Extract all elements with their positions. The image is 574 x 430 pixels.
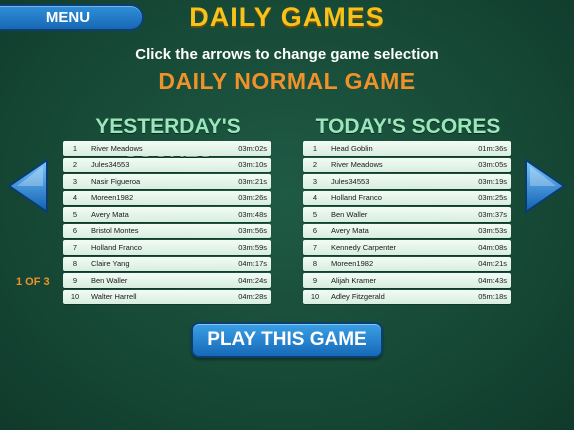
score-time: 04m:08s [478, 242, 507, 252]
score-time: 03m:21s [238, 176, 267, 186]
score-row: 4 Moreen1982 03m:26s [63, 190, 271, 205]
score-rank: 6 [312, 226, 318, 236]
score-time: 03m:25s [478, 193, 507, 203]
play-this-game-button[interactable]: PLAY THIS GAME [191, 322, 383, 358]
page-indicator: 1 OF 3 [16, 276, 50, 288]
player-name: Ben Waller [331, 209, 368, 219]
player-name: Moreen1982 [91, 193, 134, 203]
score-rank: 10 [310, 292, 320, 302]
score-time: 03m:26s [238, 193, 267, 203]
score-row: 2 River Meadows 03m:05s [303, 157, 511, 172]
score-time: 03m:05s [478, 160, 507, 170]
score-time: 04m:17s [238, 259, 267, 269]
score-row: 8 Claire Yang 04m:17s [63, 256, 271, 271]
score-rank: 5 [312, 209, 318, 219]
score-row: 6 Bristol Montes 03m:56s [63, 223, 271, 238]
score-row: 3 Jules34553 03m:19s [303, 174, 511, 189]
score-time: 03m:48s [238, 209, 267, 219]
score-rank: 8 [312, 259, 318, 269]
score-rank: 6 [72, 226, 78, 236]
player-name: Alijah Kramer [331, 275, 377, 285]
score-row: 9 Ben Waller 04m:24s [63, 273, 271, 288]
score-time: 04m:43s [478, 275, 507, 285]
player-name: Ben Waller [91, 275, 128, 285]
player-name: Holland Franco [91, 242, 142, 252]
score-rank: 4 [72, 193, 78, 203]
player-name: Moreen1982 [331, 259, 374, 269]
today-scores-title: TODAY'S SCORES [315, 115, 501, 138]
game-name: DAILY NORMAL GAME [158, 68, 416, 94]
score-rank: 2 [72, 160, 78, 170]
score-time: 04m:21s [478, 259, 507, 269]
player-name: Adley Fitzgerald [331, 292, 385, 302]
player-name: Claire Yang [91, 259, 130, 269]
score-row: 8 Moreen1982 04m:21s [303, 256, 511, 271]
score-row: 10 Adley Fitzgerald 05m:18s [303, 289, 511, 304]
score-row: 7 Holland Franco 03m:59s [63, 240, 271, 255]
page-title: DAILY GAMES [189, 2, 385, 32]
score-time: 03m:56s [238, 226, 267, 236]
score-rank: 3 [72, 176, 78, 186]
player-name: Avery Mata [331, 226, 369, 236]
score-time: 03m:19s [478, 176, 507, 186]
score-rank: 2 [312, 160, 318, 170]
score-rank: 8 [72, 259, 78, 269]
score-rank: 10 [70, 292, 80, 302]
score-rank: 3 [312, 176, 318, 186]
score-row: 2 Jules34553 03m:10s [63, 157, 271, 172]
instruction-text: Click the arrows to change game selectio… [135, 46, 439, 63]
score-time: 05m:18s [478, 292, 507, 302]
player-name: Avery Mata [91, 209, 129, 219]
score-row: 1 Head Goblin 01m:36s [303, 141, 511, 156]
player-name: River Meadows [331, 160, 383, 170]
player-name: Jules34553 [91, 160, 130, 170]
score-row: 3 Nasir Figueroa 03m:21s [63, 174, 271, 189]
yesterday-scores-board: 1 River Meadows 03m:02s 2 Jules34553 03m:10s 3… [63, 141, 271, 304]
player-name: Holland Franco [331, 193, 382, 203]
score-row: 9 Alijah Kramer 04m:43s [303, 273, 511, 288]
score-rank: 9 [312, 275, 318, 285]
today-scores-board: 1 Head Goblin 01m:36s 2 River Meadows 03m:05s… [303, 141, 511, 304]
score-time: 03m:53s [478, 226, 507, 236]
score-rank: 1 [312, 143, 318, 153]
score-rank: 1 [72, 143, 78, 153]
score-rank: 9 [72, 275, 78, 285]
score-row: 4 Holland Franco 03m:25s [303, 190, 511, 205]
right-arrow-icon[interactable] [524, 158, 566, 214]
player-name: Walter Harrell [91, 292, 137, 302]
score-time: 03m:10s [238, 160, 267, 170]
score-row: 10 Walter Harrell 04m:28s [63, 289, 271, 304]
score-rank: 5 [72, 209, 78, 219]
score-row: 6 Avery Mata 03m:53s [303, 223, 511, 238]
score-time: 03m:59s [238, 242, 267, 252]
score-rank: 4 [312, 193, 318, 203]
player-name: Head Goblin [331, 143, 373, 153]
score-time: 01m:36s [478, 143, 507, 153]
score-row: 7 Kennedy Carpenter 04m:08s [303, 240, 511, 255]
score-time: 04m:28s [238, 292, 267, 302]
score-row: 1 River Meadows 03m:02s [63, 141, 271, 156]
player-name: Kennedy Carpenter [331, 242, 397, 252]
score-rank: 7 [72, 242, 78, 252]
left-arrow-icon[interactable] [7, 158, 49, 214]
score-time: 04m:24s [238, 275, 267, 285]
score-row: 5 Ben Waller 03m:37s [303, 207, 511, 222]
score-row: 5 Avery Mata 03m:48s [63, 207, 271, 222]
player-name: Jules34553 [331, 176, 370, 186]
player-name: Bristol Montes [91, 226, 139, 236]
player-name: River Meadows [91, 143, 143, 153]
score-rank: 7 [312, 242, 318, 252]
score-time: 03m:37s [478, 209, 507, 219]
score-time: 03m:02s [238, 143, 267, 153]
player-name: Nasir Figueroa [91, 176, 141, 186]
